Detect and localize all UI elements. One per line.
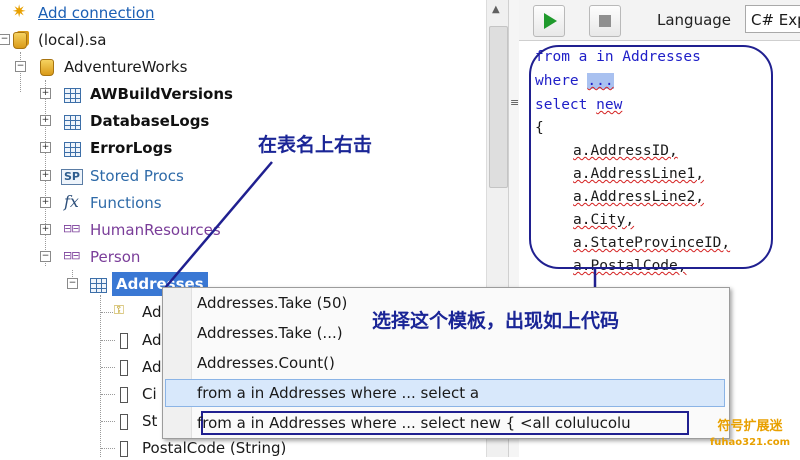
watermark-line2: fuhao321.com <box>709 437 791 448</box>
menu-item-select-a[interactable]: from a in Addresses where ... select a <box>197 379 479 407</box>
menu-item-take-50[interactable]: Addresses.Take (50) <box>197 289 347 317</box>
arrow-to-table <box>164 161 273 289</box>
menu-gutter <box>163 288 192 438</box>
menu-item-count[interactable]: Addresses.Count() <box>197 349 335 377</box>
watermark-logo: 符号扩展迷 fuhao321.com <box>700 418 800 457</box>
watermark-line1: 符号扩展迷 <box>717 419 783 434</box>
annotation-right-click: 在表名上右击 <box>258 134 373 156</box>
menu-item-select-new[interactable]: from a in Addresses where ... select new… <box>197 409 631 437</box>
annotation-choose-template: 选择这个模板，出现如上代码 <box>372 310 620 332</box>
menu-item-take-custom[interactable]: Addresses.Take (...) <box>197 319 343 347</box>
